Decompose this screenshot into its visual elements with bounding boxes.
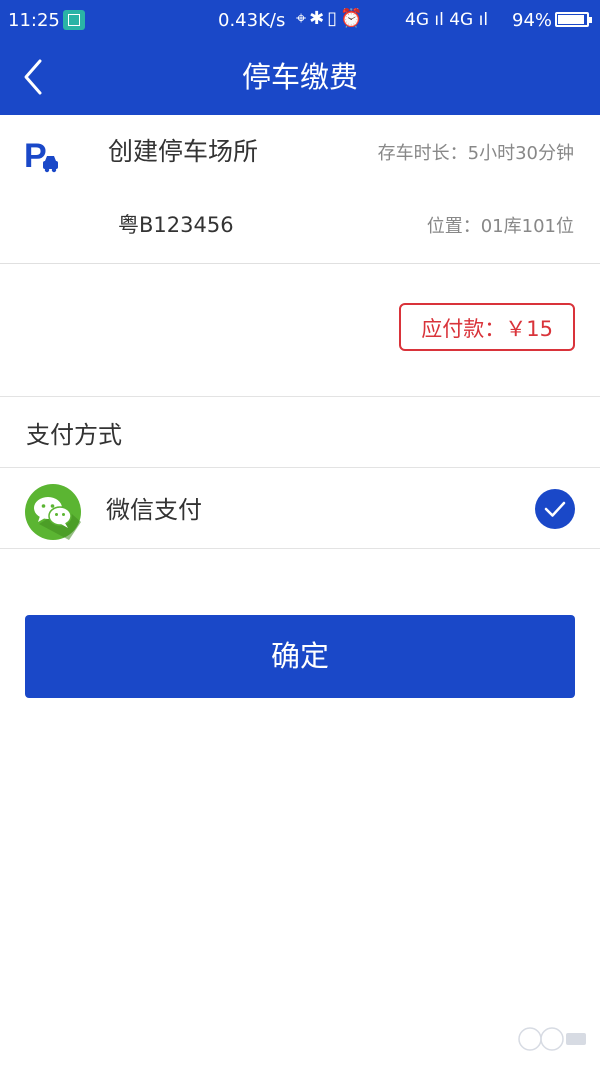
parking-duration: 存车时长：5小时30分钟 <box>378 139 574 165</box>
parking-car-icon: P <box>24 137 58 175</box>
position-label: 位置： <box>426 216 481 237</box>
confirm-button[interactable]: 确定 <box>25 615 575 698</box>
parking-info-card: P 创建停车场所 存车时长：5小时30分钟 粤B123456 位置：01库101… <box>0 115 600 264</box>
battery-icon <box>555 12 592 27</box>
duration-label: 存车时长： <box>377 143 468 164</box>
status-icons: ⌖✱▯⏰ <box>296 8 366 29</box>
site-watermark-logo <box>518 1027 586 1051</box>
network-speed: 0.43K/s <box>218 10 286 31</box>
parking-position: 位置：01库101位 <box>427 212 574 238</box>
status-bar: 11:25 0.43K/s ⌖✱▯⏰ 4G ıl 4G ıl 94% <box>0 0 600 40</box>
battery-percent: 94% <box>512 10 553 31</box>
payment-method-heading: 支付方式 <box>26 421 122 449</box>
position-value: 01库101位 <box>480 216 574 237</box>
divider <box>0 548 600 549</box>
svg-text:P: P <box>24 137 47 175</box>
status-time: 11:25 <box>8 10 60 31</box>
wechat-pay-icon <box>25 484 81 540</box>
duration-value: 5小时30分钟 <box>467 143 574 164</box>
payment-option-wechat[interactable]: 微信支付 <box>0 468 600 548</box>
divider <box>0 396 600 397</box>
app-header: 11:25 0.43K/s ⌖✱▯⏰ 4G ıl 4G ıl 94% 停车缴费 <box>0 0 600 115</box>
screenshot-icon <box>63 10 85 30</box>
signal-indicator: 4G ıl 4G ıl <box>405 10 489 30</box>
page-title: 停车缴费 <box>241 60 358 94</box>
wechat-pay-label: 微信支付 <box>106 496 202 524</box>
check-circle-icon[interactable] <box>535 489 575 529</box>
license-plate: 粤B123456 <box>118 213 234 237</box>
amount-due-badge: 应付款：￥15 <box>399 303 575 351</box>
parking-lot-name: 创建停车场所 <box>108 137 259 166</box>
